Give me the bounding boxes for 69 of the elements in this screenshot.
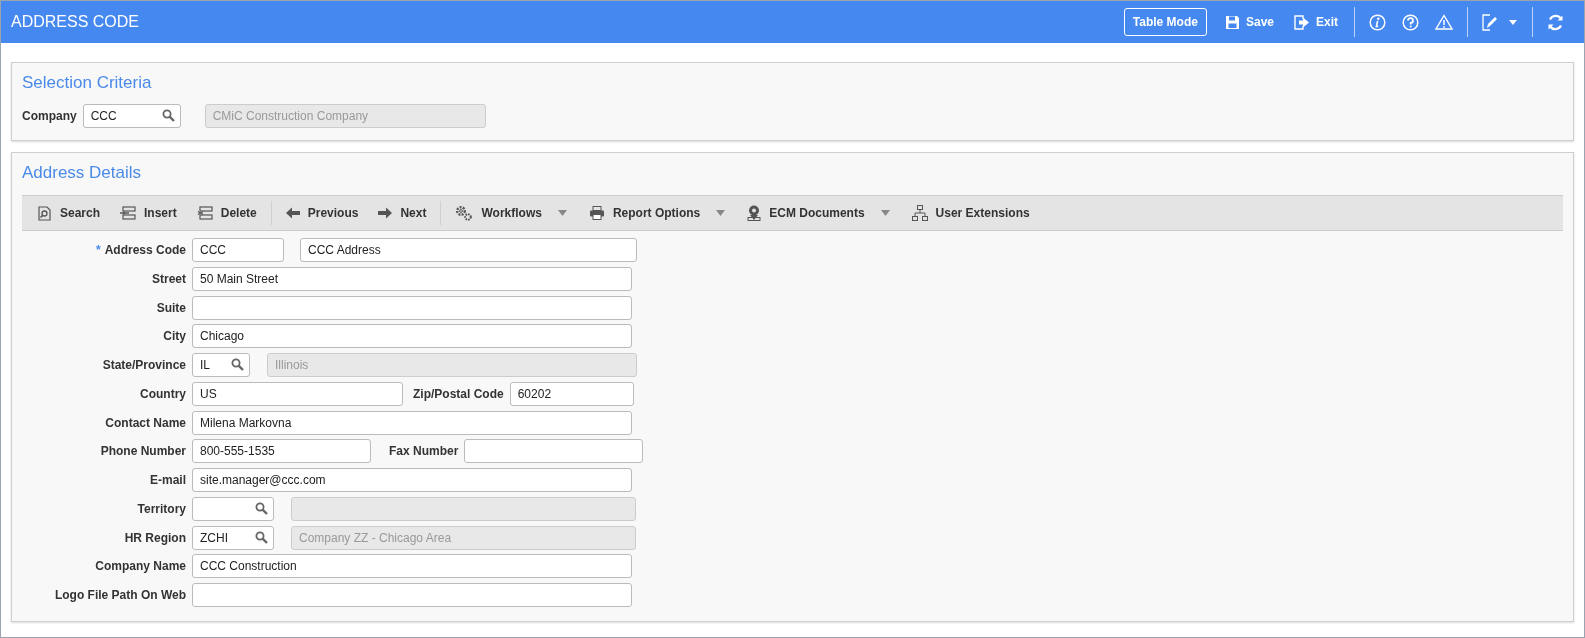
delete-row-icon xyxy=(196,206,213,220)
gears-icon xyxy=(455,205,474,221)
field-label: Street xyxy=(151,271,186,286)
extensions-button[interactable]: User Extensions xyxy=(901,200,1040,226)
caret-icon[interactable] xyxy=(880,210,890,216)
field-label: State/Province xyxy=(101,358,186,372)
field-label: Company Name xyxy=(94,559,186,574)
hierarchy-icon xyxy=(911,205,928,221)
input-field[interactable] xyxy=(192,295,632,320)
insert-row-icon xyxy=(120,206,137,220)
input-field[interactable]: CCC xyxy=(192,238,284,262)
field-label: Zip/Postal Code xyxy=(413,386,504,401)
caret-icon[interactable] xyxy=(716,210,726,216)
delete-button[interactable]: Delete xyxy=(186,200,267,226)
input-field[interactable]: Milena Markovna xyxy=(192,410,632,435)
documents-button[interactable]: ECM Documents xyxy=(737,200,875,226)
insert-button[interactable]: Insert xyxy=(110,200,187,226)
lookup-field[interactable]: IL xyxy=(192,353,250,377)
field-label: Suite xyxy=(155,300,186,315)
input-field[interactable]: 60202 xyxy=(509,381,634,406)
input-field[interactable]: site.manager@ccc.com xyxy=(192,468,632,492)
exit-icon xyxy=(1294,14,1310,30)
info-icon xyxy=(1369,13,1386,31)
field-label: HR Region xyxy=(123,530,186,545)
panel-title: Selection Criteria xyxy=(22,73,153,93)
print-button[interactable]: Report Options xyxy=(578,200,711,226)
warning-icon xyxy=(1435,14,1453,30)
search-icon xyxy=(255,530,268,544)
caret-icon[interactable] xyxy=(557,210,567,216)
field-label: Fax Number xyxy=(389,444,459,459)
field-label: E-mail xyxy=(149,473,186,487)
input-field[interactable] xyxy=(192,583,632,607)
window-title: ADDRESS CODE xyxy=(11,13,141,31)
panel-title: Address Details xyxy=(22,163,143,183)
refresh-icon xyxy=(1547,13,1564,31)
help-icon xyxy=(1402,13,1419,31)
lookup-field[interactable]: CCC xyxy=(82,104,181,128)
input-field[interactable]: 800-555-1535 xyxy=(192,439,371,464)
input-field[interactable]: CCC Construction xyxy=(192,554,632,579)
lookup-field[interactable] xyxy=(192,496,274,521)
search-icon xyxy=(255,501,268,515)
field-label: Country xyxy=(139,386,186,401)
search-icon xyxy=(231,358,244,371)
workflows-button[interactable]: Workflows xyxy=(445,200,552,226)
next-button[interactable]: Next xyxy=(368,200,437,226)
search-icon xyxy=(161,109,175,122)
field-label: Territory xyxy=(136,501,186,516)
printer-icon xyxy=(588,206,605,220)
field-label: Company xyxy=(22,109,77,123)
field-label: City xyxy=(162,329,186,344)
search-button[interactable]: Search xyxy=(28,200,111,226)
input-field[interactable]: Chicago xyxy=(192,324,632,349)
readonly-field[interactable] xyxy=(291,496,636,521)
field-label: Phone Number xyxy=(99,444,186,459)
input-field[interactable]: CCC Address xyxy=(300,238,637,262)
search-icon xyxy=(38,205,52,221)
input-field[interactable]: 50 Main Street xyxy=(192,266,632,291)
field-label: Logo File Path On Web xyxy=(53,588,186,602)
save-icon xyxy=(1224,14,1240,30)
edit-dropdown-icon xyxy=(1482,13,1518,31)
input-field[interactable] xyxy=(464,439,644,464)
previous-button[interactable]: Previous xyxy=(275,200,369,226)
document-pin-icon xyxy=(747,205,762,221)
field-label: * Address Code xyxy=(94,243,186,257)
input-field[interactable]: US xyxy=(192,381,403,406)
left-arrow-icon xyxy=(285,207,300,219)
right-arrow-icon xyxy=(378,207,393,219)
lookup-field[interactable]: ZCHI xyxy=(192,525,274,550)
field-label: Contact Name xyxy=(104,415,186,430)
